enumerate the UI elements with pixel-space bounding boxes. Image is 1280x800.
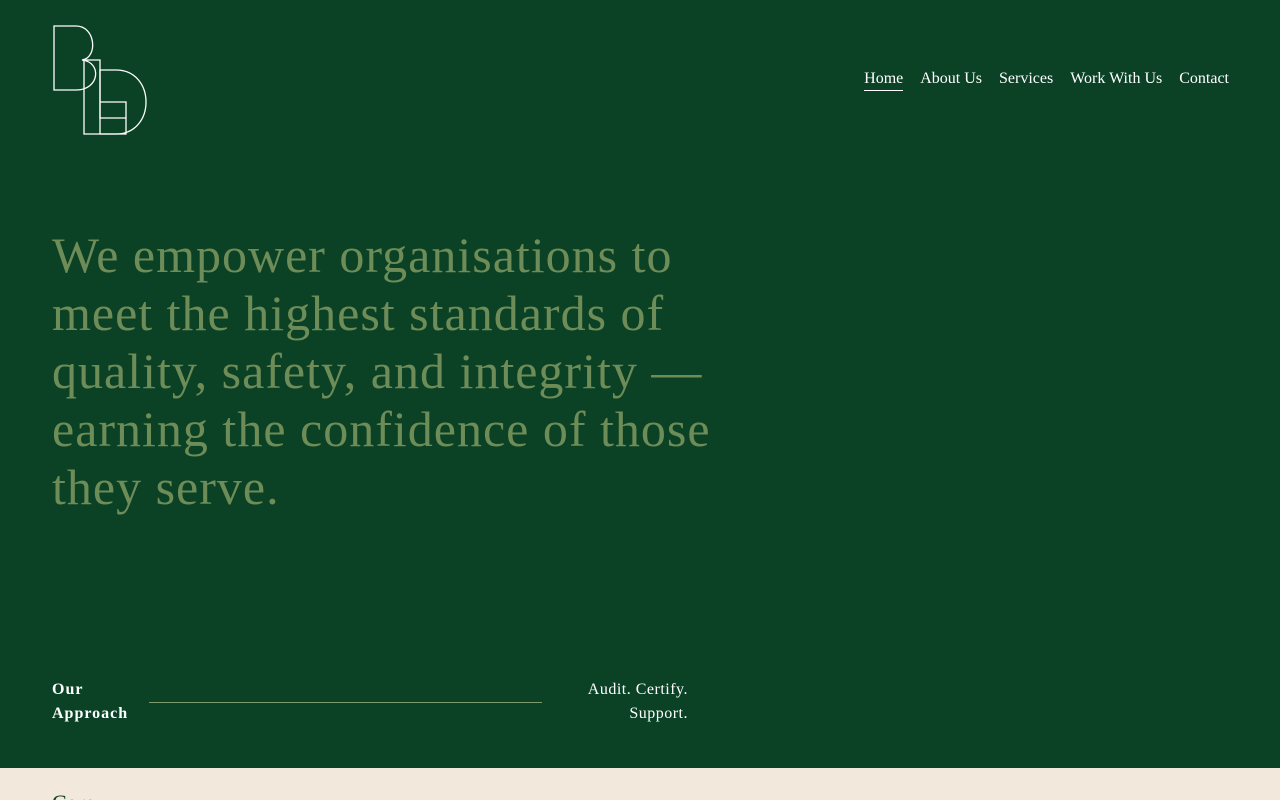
brand-logo[interactable] [52, 24, 154, 136]
nav-contact[interactable]: Contact [1179, 70, 1229, 91]
core-section: Core [0, 768, 1280, 800]
logo-letter-b [53, 25, 97, 91]
nav-work-with-us[interactable]: Work With Us [1070, 70, 1162, 91]
main-nav: Home About Us Services Work With Us Cont… [847, 70, 1229, 91]
logo-letter-l [83, 59, 127, 135]
nav-home[interactable]: Home [864, 70, 904, 91]
approach-tagline: Audit. Certify. Support. [587, 681, 688, 722]
hero-headline: We empower organisations to meet the hig… [52, 227, 711, 515]
approach-label: Our Approach [52, 681, 129, 722]
nav-services[interactable]: Services [999, 70, 1053, 91]
nav-about-us[interactable]: About Us [920, 70, 982, 91]
logo-inner-box [100, 101, 127, 118]
core-section-title: Core [52, 790, 95, 800]
approach-divider [149, 702, 542, 703]
